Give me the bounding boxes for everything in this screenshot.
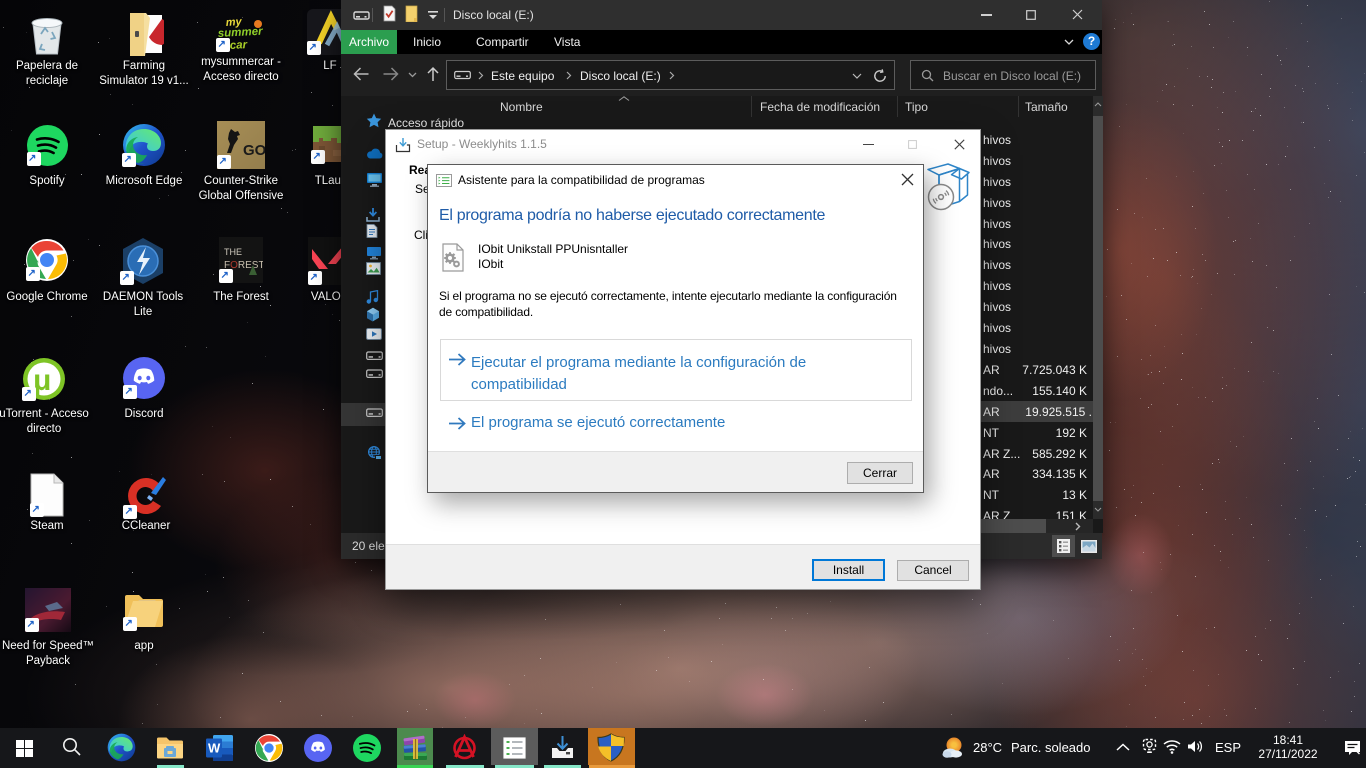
svg-text:THE: THE (224, 247, 242, 257)
svg-text:W: W (208, 741, 221, 756)
svg-text:GO: GO (243, 142, 265, 159)
svg-text:car: car (230, 39, 248, 52)
